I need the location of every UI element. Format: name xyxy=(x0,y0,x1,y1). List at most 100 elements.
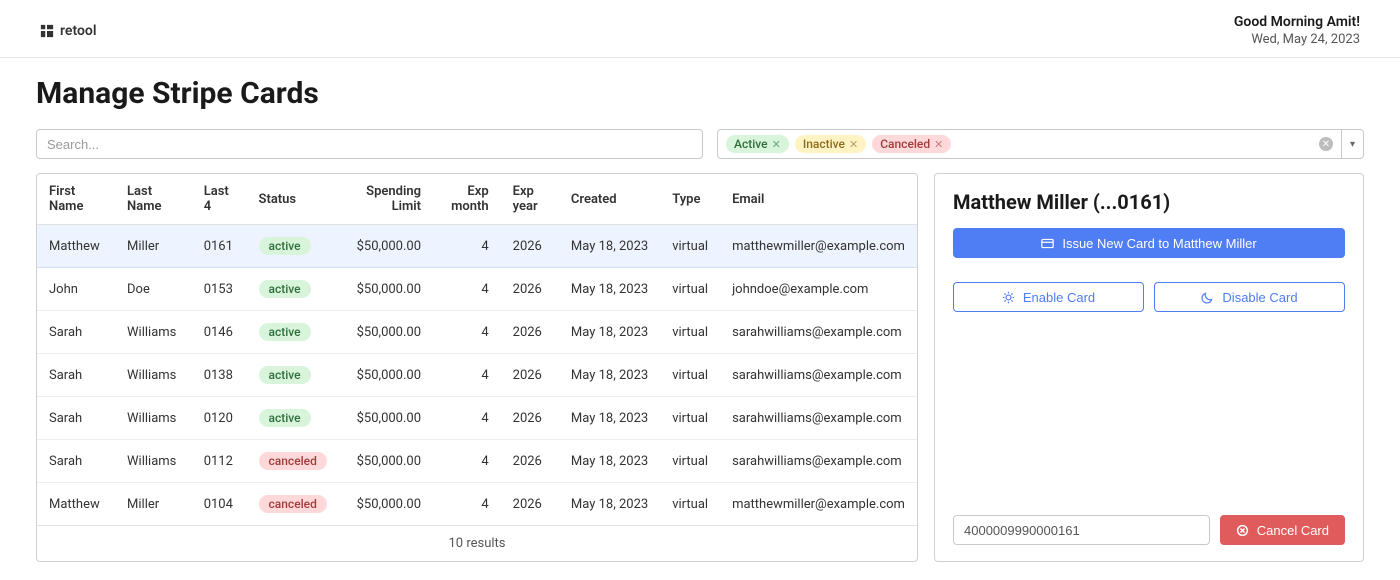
greeting-line1: Good Morning Amit! xyxy=(1234,14,1360,30)
table-row[interactable]: SarahWilliams0120active$50,000.0042026Ma… xyxy=(37,397,917,440)
cell-created: May 18, 2023 xyxy=(559,311,660,354)
cell-last4: 0120 xyxy=(192,397,247,440)
cell-type: virtual xyxy=(660,354,720,397)
cell-last4: 0161 xyxy=(192,225,247,268)
moon-icon xyxy=(1201,291,1214,304)
status-badge: canceled xyxy=(259,495,327,513)
issue-card-button[interactable]: Issue New Card to Matthew Miller xyxy=(953,228,1345,258)
col-exp-month[interactable]: Exp month xyxy=(433,174,501,225)
greeting-line2: Wed, May 24, 2023 xyxy=(1234,32,1360,47)
cell-last-name: Miller xyxy=(115,225,192,268)
cell-exp-year: 2026 xyxy=(501,397,559,440)
cell-created: May 18, 2023 xyxy=(559,268,660,311)
cell-last4: 0138 xyxy=(192,354,247,397)
enable-card-button[interactable]: Enable Card xyxy=(953,282,1144,312)
col-first-name[interactable]: First Name xyxy=(37,174,115,225)
cell-last-name: Williams xyxy=(115,397,192,440)
cell-status: canceled xyxy=(247,440,339,483)
cell-created: May 18, 2023 xyxy=(559,397,660,440)
cell-exp-month: 4 xyxy=(433,354,501,397)
disable-card-button[interactable]: Disable Card xyxy=(1154,282,1345,312)
col-type[interactable]: Type xyxy=(660,174,720,225)
table-header-row: First Name Last Name Last 4 Status Spend… xyxy=(37,174,917,225)
search-input[interactable] xyxy=(36,129,703,159)
cell-first-name: Sarah xyxy=(37,311,115,354)
card-detail-panel: Matthew Miller (...0161) Issue New Card … xyxy=(934,173,1364,562)
enable-card-label: Enable Card xyxy=(1023,290,1095,305)
filter-pill-label: Inactive xyxy=(803,137,845,151)
status-badge: active xyxy=(259,280,311,298)
table-row[interactable]: MatthewMiller0161active$50,000.0042026Ma… xyxy=(37,225,917,268)
cell-spending: $50,000.00 xyxy=(339,397,433,440)
cell-exp-year: 2026 xyxy=(501,311,559,354)
x-circle-icon xyxy=(1236,524,1249,537)
cell-first-name: Sarah xyxy=(37,354,115,397)
table-row[interactable]: MatthewMiller0104canceled$50,000.0042026… xyxy=(37,483,917,526)
table-row[interactable]: SarahWilliams0112canceled$50,000.0042026… xyxy=(37,440,917,483)
filter-dropdown-button[interactable]: ▾ xyxy=(1341,130,1363,158)
cell-last-name: Williams xyxy=(115,440,192,483)
remove-pill-icon[interactable]: ✕ xyxy=(934,138,943,151)
remove-pill-icon[interactable]: ✕ xyxy=(849,138,858,151)
cell-type: virtual xyxy=(660,397,720,440)
cell-exp-month: 4 xyxy=(433,483,501,526)
cell-status: canceled xyxy=(247,483,339,526)
cancel-card-button[interactable]: Cancel Card xyxy=(1220,515,1345,545)
cell-email: matthewmiller@example.com xyxy=(720,483,917,526)
remove-pill-icon[interactable]: ✕ xyxy=(772,138,781,151)
cell-last4: 0104 xyxy=(192,483,247,526)
table-row[interactable]: SarahWilliams0146active$50,000.0042026Ma… xyxy=(37,311,917,354)
cell-email: johndoe@example.com xyxy=(720,268,917,311)
filter-pill-canceled[interactable]: Canceled✕ xyxy=(872,135,951,153)
filter-select[interactable]: Active✕Inactive✕Canceled✕✕ ▾ xyxy=(717,129,1364,159)
cell-exp-month: 4 xyxy=(433,311,501,354)
cell-first-name: Sarah xyxy=(37,440,115,483)
col-created[interactable]: Created xyxy=(559,174,660,225)
cell-first-name: John xyxy=(37,268,115,311)
col-last4[interactable]: Last 4 xyxy=(192,174,247,225)
cell-type: virtual xyxy=(660,225,720,268)
cell-email: sarahwilliams@example.com xyxy=(720,440,917,483)
card-number-field[interactable] xyxy=(953,515,1210,545)
cell-created: May 18, 2023 xyxy=(559,354,660,397)
cell-type: virtual xyxy=(660,268,720,311)
status-badge: active xyxy=(259,409,311,427)
filter-pill-area: Active✕Inactive✕Canceled✕✕ xyxy=(718,130,1341,158)
cell-exp-year: 2026 xyxy=(501,225,559,268)
cell-last4: 0112 xyxy=(192,440,247,483)
col-exp-year[interactable]: Exp year xyxy=(501,174,559,225)
cancel-card-label: Cancel Card xyxy=(1257,523,1329,538)
cell-first-name: Sarah xyxy=(37,397,115,440)
col-spending[interactable]: Spending Limit xyxy=(339,174,433,225)
cell-exp-month: 4 xyxy=(433,225,501,268)
cell-exp-year: 2026 xyxy=(501,354,559,397)
cell-status: active xyxy=(247,354,339,397)
cell-status: active xyxy=(247,311,339,354)
brand: retool xyxy=(40,23,96,39)
table-row[interactable]: JohnDoe0153active$50,000.0042026May 18, … xyxy=(37,268,917,311)
cell-email: sarahwilliams@example.com xyxy=(720,397,917,440)
cell-email: sarahwilliams@example.com xyxy=(720,311,917,354)
cell-spending: $50,000.00 xyxy=(339,483,433,526)
cell-exp-month: 4 xyxy=(433,440,501,483)
filter-pill-inactive[interactable]: Inactive ✕ xyxy=(795,135,866,153)
col-last-name[interactable]: Last Name xyxy=(115,174,192,225)
cell-status: active xyxy=(247,225,339,268)
col-status[interactable]: Status xyxy=(247,174,339,225)
col-email[interactable]: Email xyxy=(720,174,917,225)
clear-filters-icon[interactable]: ✕ xyxy=(1319,137,1333,151)
cell-last-name: Williams xyxy=(115,354,192,397)
cell-last-name: Doe xyxy=(115,268,192,311)
top-bar: retool Good Morning Amit! Wed, May 24, 2… xyxy=(0,0,1400,58)
page-title: Manage Stripe Cards xyxy=(36,76,1364,111)
cell-exp-year: 2026 xyxy=(501,268,559,311)
filter-pill-active[interactable]: Active✕ xyxy=(726,135,789,153)
cell-last4: 0153 xyxy=(192,268,247,311)
status-badge: canceled xyxy=(259,452,327,470)
table-row[interactable]: SarahWilliams0138active$50,000.0042026Ma… xyxy=(37,354,917,397)
cell-spending: $50,000.00 xyxy=(339,225,433,268)
cell-first-name: Matthew xyxy=(37,483,115,526)
disable-card-label: Disable Card xyxy=(1222,290,1297,305)
cell-spending: $50,000.00 xyxy=(339,311,433,354)
status-badge: active xyxy=(259,366,311,384)
